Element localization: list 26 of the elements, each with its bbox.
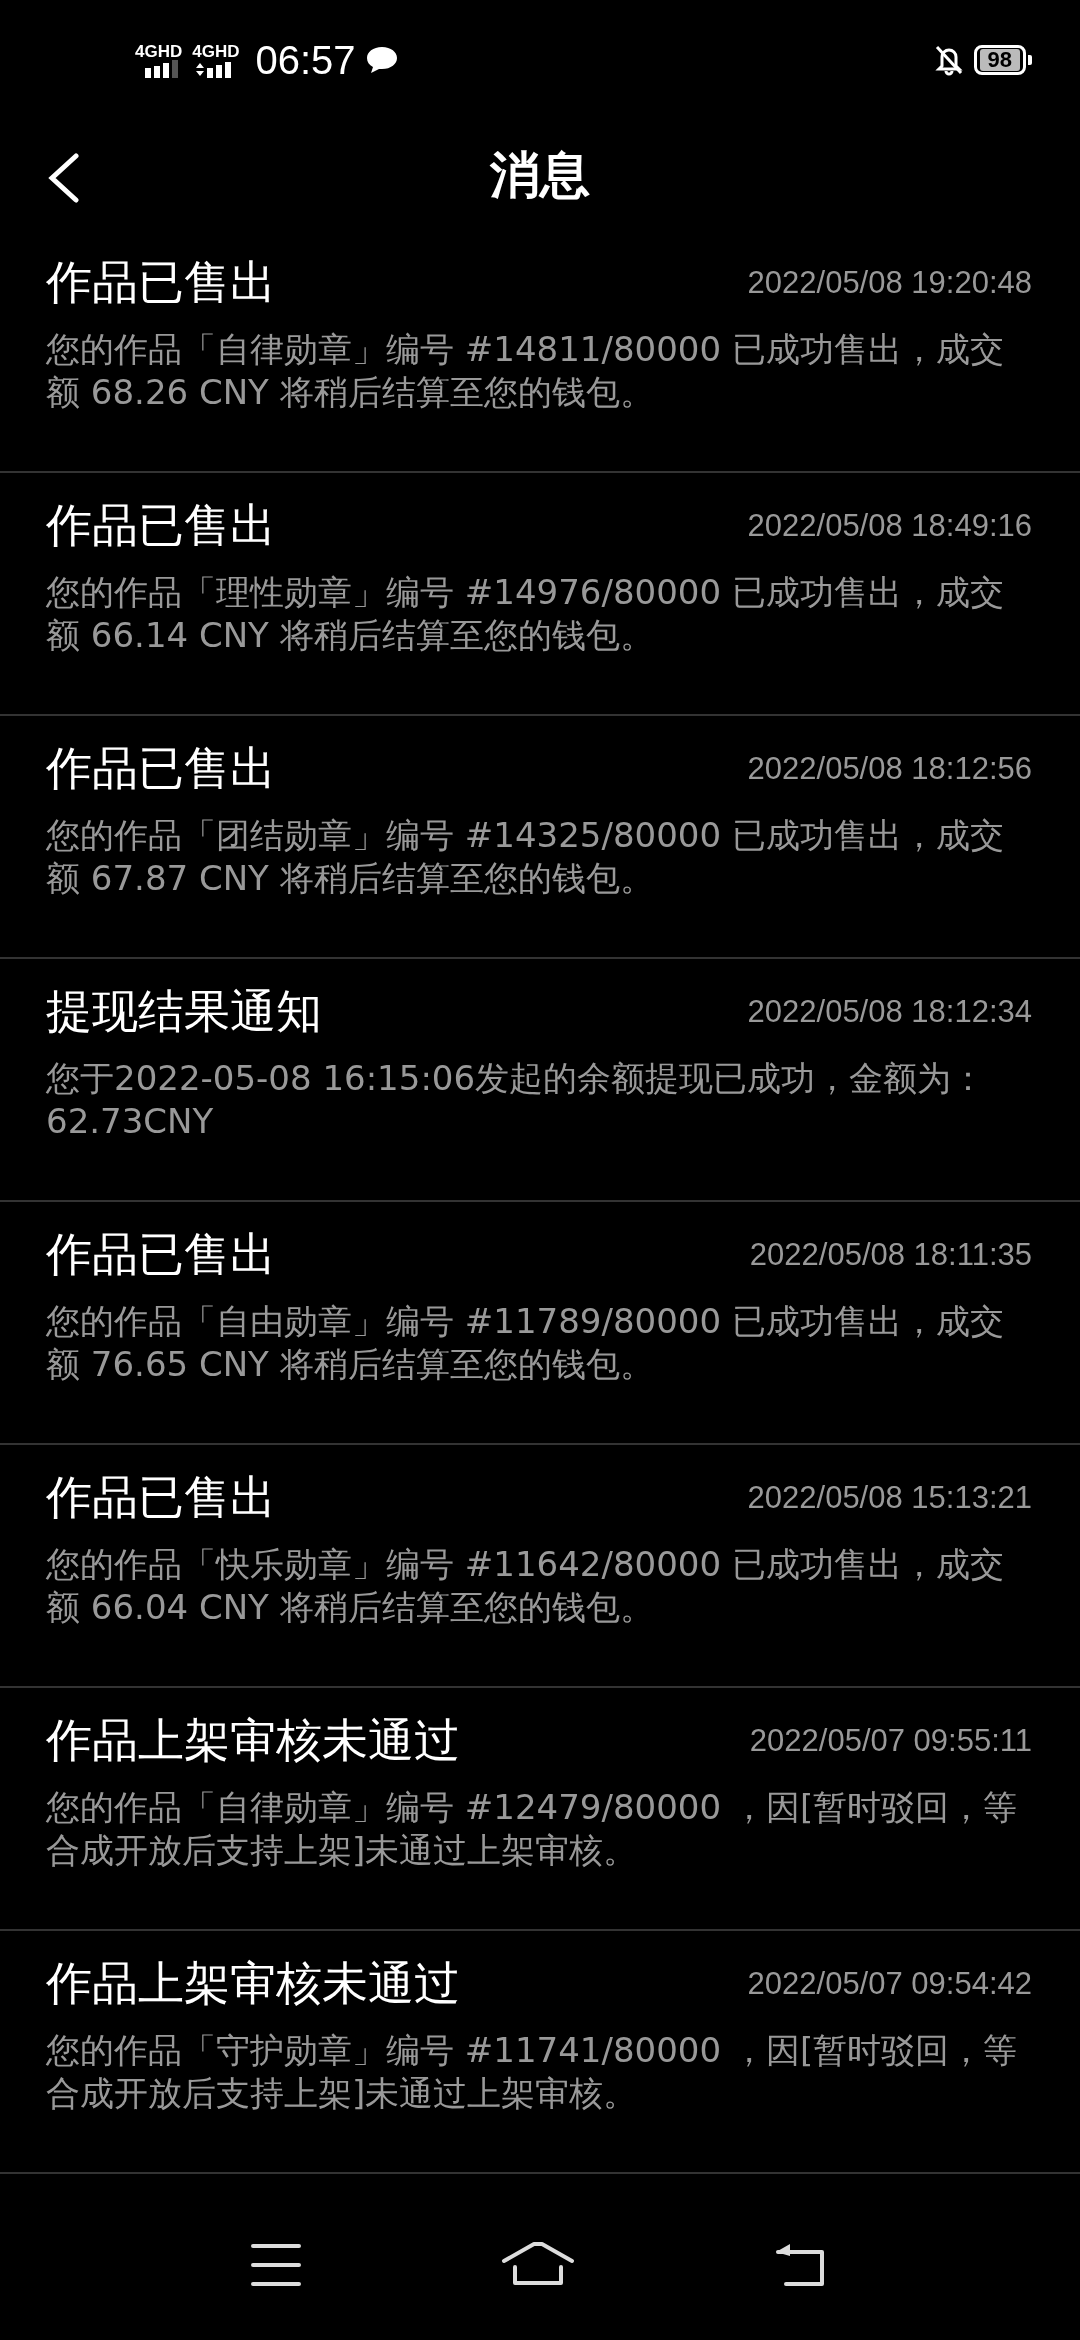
message-time: 2022/05/07 09:55:11 [749,1723,1032,1759]
message-body: 您的作品「自由勋章」编号 #11789/80000 已成功售出，成交额 76.65 CNY 将稍后结算至您的钱包。 [46,1300,1005,1386]
message-title: 作品上架审核未通过 [46,1955,460,2012]
message-title: 提现结果通知 [46,983,322,1040]
message-title: 作品上架审核未通过 [46,1712,460,1769]
message-body: 您的作品「理性勋章」编号 #14976/80000 已成功售出，成交额 66.14 CNY 将稍后结算至您的钱包。 [46,571,1005,657]
message-body: 您的作品「守护勋章」编号 #11741/80000 ，因[暂时驳回，等合成开放后支持上架]未通过上架审核。 [46,2029,1019,2115]
message-body: 您于2022-05-08 16:15:06发起的余额提现已成功，金额为：62.73CNY [46,1057,987,1143]
message-time: 2022/05/08 19:20:48 [747,265,1032,301]
message-time: 2022/05/07 09:54:42 [747,1966,1032,2002]
message-title: 作品已售出 [46,740,276,797]
message-time: 2022/05/08 18:12:34 [747,994,1032,1030]
message-time: 2022/05/08 18:12:56 [747,751,1032,787]
page-title: 消息 [490,144,590,206]
message-body: 您的作品「团结勋章」编号 #14325/80000 已成功售出，成交额 67.87 CNY 将稍后结算至您的钱包。 [46,814,1005,900]
message-title: 作品已售出 [46,254,276,311]
message-body: 您的作品「自律勋章」编号 #12479/80000 ，因[暂时驳回，等合成开放后支持上架]未通过上架审核。 [46,1786,1019,1872]
message-title: 作品已售出 [46,1226,276,1283]
message-title: 作品已售出 [46,497,276,554]
clock-time: 06:57 [255,37,356,83]
message-body: 您的作品「自律勋章」编号 #14811/80000 已成功售出，成交额 68.26 CNY 将稍后结算至您的钱包。 [46,328,1005,414]
message-title: 作品已售出 [46,1469,276,1526]
message-time: 2022/05/08 18:49:16 [747,508,1032,544]
message-time: 2022/05/08 15:13:21 [747,1480,1032,1516]
message-time: 2022/05/08 18:11:35 [749,1237,1032,1273]
message-body: 您的作品「快乐勋章」编号 #11642/80000 已成功售出，成交额 66.04 CNY 将稍后结算至您的钱包。 [46,1543,1005,1629]
